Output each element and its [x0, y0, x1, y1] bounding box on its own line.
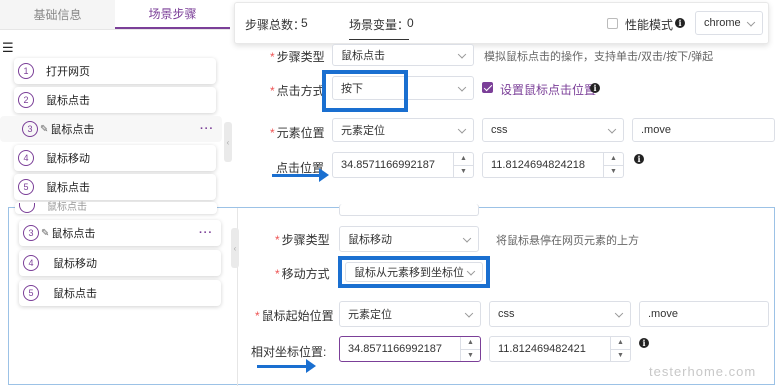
- steps-total-value: 5: [301, 16, 308, 30]
- step-label: 鼠标点击: [46, 95, 90, 107]
- step-item[interactable]: 5 鼠标点击: [14, 174, 216, 200]
- tab-scene-steps[interactable]: 场景步骤: [115, 0, 230, 29]
- info-icon[interactable]: i: [639, 338, 649, 348]
- info-bar: 步骤总数： 5 场景变量： 0 性能模式 i chrome: [234, 2, 769, 44]
- steps-total-label: 步骤总数：: [245, 18, 306, 32]
- second-screenshot-panel: 鼠标点击 3 ✎ 鼠标点击 ··· 4 鼠标移动 5 鼠标点击 ‹ * 步骤类型 …: [8, 202, 775, 386]
- info-icon[interactable]: i: [590, 83, 600, 93]
- chevron-down-icon: [457, 50, 467, 59]
- browser-select-value: chrome: [704, 17, 741, 29]
- step-item[interactable]: 3 ✎ 鼠标点击 ···: [19, 220, 221, 246]
- step-item-active[interactable]: 3 ✎ 鼠标点击 ···: [0, 116, 222, 142]
- step-label: 鼠标点击: [53, 288, 97, 300]
- step-number: 2: [18, 92, 34, 108]
- step-label: 鼠标点击: [51, 228, 96, 240]
- step-label: 鼠标点击: [47, 201, 87, 213]
- more-icon[interactable]: ···: [200, 123, 214, 135]
- edit-icon[interactable]: ✎: [41, 228, 49, 239]
- scene-var-value: 0: [407, 16, 414, 30]
- step-label: 打开网页: [46, 66, 90, 78]
- step-type-label: * 步骤类型: [270, 50, 325, 64]
- increment-icon[interactable]: ▲: [454, 153, 473, 166]
- x-input[interactable]: 34.8571166992187 ▲ ▼: [339, 336, 481, 362]
- scene-var-label[interactable]: 场景变量：: [349, 16, 410, 40]
- step-number: 5: [23, 285, 39, 301]
- step-number: 4: [23, 255, 39, 271]
- step-number: 1: [18, 63, 34, 79]
- highlight-box: [338, 256, 490, 288]
- info-icon[interactable]: i: [634, 154, 644, 164]
- increment-icon[interactable]: ▲: [611, 337, 630, 350]
- decrement-icon[interactable]: ▼: [461, 350, 480, 362]
- chevron-down-icon: [462, 234, 472, 243]
- step-label: 鼠标移动: [46, 153, 90, 165]
- move-mode-label: * 移动方式: [275, 267, 330, 281]
- set-pos-checkbox[interactable]: [482, 82, 493, 93]
- set-pos-label[interactable]: 设置鼠标点击位置: [500, 81, 596, 98]
- locate-by-select[interactable]: 元素定位: [339, 301, 481, 327]
- chevron-down-icon: [614, 309, 624, 318]
- step-number: [19, 203, 35, 213]
- arrow-annotation: [272, 168, 329, 182]
- step-label: 鼠标移动: [53, 258, 97, 270]
- info-icon[interactable]: i: [675, 18, 685, 28]
- step-label: 鼠标点击: [46, 182, 90, 194]
- y-input[interactable]: 11.812469482421 ▲ ▼: [489, 336, 631, 362]
- menu-icon[interactable]: ☰: [2, 40, 14, 56]
- step-number: 3: [22, 121, 38, 137]
- highlight-box: [322, 70, 408, 112]
- decrement-icon[interactable]: ▼: [604, 166, 623, 178]
- step-number: 4: [18, 150, 34, 166]
- selector-type-select[interactable]: css: [489, 301, 631, 327]
- step-item[interactable]: 4 鼠标移动: [14, 145, 216, 171]
- y-input[interactable]: 11.8124694824218 ▲ ▼: [482, 152, 624, 178]
- step-label: 鼠标点击: [50, 124, 95, 136]
- step-type-hint: 将鼠标悬停在网页元素的上方: [496, 235, 639, 247]
- chevron-down-icon: [457, 83, 467, 92]
- watermark: testerhome.com: [649, 364, 757, 379]
- step-item[interactable]: 5 鼠标点击: [19, 280, 221, 306]
- perf-mode-label: 性能模式: [625, 18, 674, 32]
- step-item[interactable]: 2 鼠标点击: [14, 87, 216, 113]
- chevron-down-icon: [464, 309, 474, 318]
- selector-type-select[interactable]: css: [482, 118, 624, 142]
- chevron-down-icon: [607, 125, 617, 134]
- step-type-select[interactable]: 鼠标点击: [332, 44, 474, 66]
- selector-input[interactable]: .move: [632, 118, 775, 142]
- step-item[interactable]: 4 鼠标移动: [19, 250, 221, 276]
- collapse-handle[interactable]: ‹: [231, 228, 239, 268]
- browser-select[interactable]: chrome: [695, 11, 763, 35]
- selector-input[interactable]: .move: [639, 301, 769, 327]
- collapse-handle[interactable]: ‹: [224, 122, 232, 162]
- chevron-down-icon: [746, 18, 756, 27]
- start-pos-label: * 鼠标起始位置: [255, 309, 334, 323]
- step-number: 5: [18, 179, 34, 195]
- tab-basic-info[interactable]: 基础信息: [0, 0, 115, 29]
- x-input[interactable]: 34.8571166992187 ▲ ▼: [332, 152, 474, 178]
- step-item-partial[interactable]: 鼠标点击: [15, 202, 217, 214]
- element-pos-label: * 元素位置: [270, 126, 325, 140]
- increment-icon[interactable]: ▲: [604, 153, 623, 166]
- arrow-annotation: [257, 359, 316, 373]
- more-icon[interactable]: ···: [199, 227, 213, 239]
- step-item[interactable]: 1 打开网页: [14, 58, 216, 84]
- edit-icon[interactable]: ✎: [40, 124, 48, 135]
- chevron-down-icon: [457, 125, 467, 134]
- rel-pos-label: 相对坐标位置:: [251, 345, 327, 359]
- perf-mode-checkbox[interactable]: [607, 18, 618, 29]
- decrement-icon[interactable]: ▼: [454, 166, 473, 178]
- decrement-icon[interactable]: ▼: [611, 350, 630, 362]
- partial-select[interactable]: [339, 204, 479, 216]
- step-type-hint: 模拟鼠标点击的操作，支持单击/双击/按下/弹起: [484, 51, 714, 63]
- tab-bar: 基础信息 场景步骤: [0, 0, 230, 30]
- step-type-label: * 步骤类型: [275, 233, 330, 247]
- click-mode-label: * 点击方式: [270, 84, 325, 98]
- locate-by-select[interactable]: 元素定位: [332, 118, 474, 142]
- increment-icon[interactable]: ▲: [461, 337, 480, 350]
- step-type-select[interactable]: 鼠标移动: [339, 226, 479, 252]
- step-number: 3: [23, 225, 39, 241]
